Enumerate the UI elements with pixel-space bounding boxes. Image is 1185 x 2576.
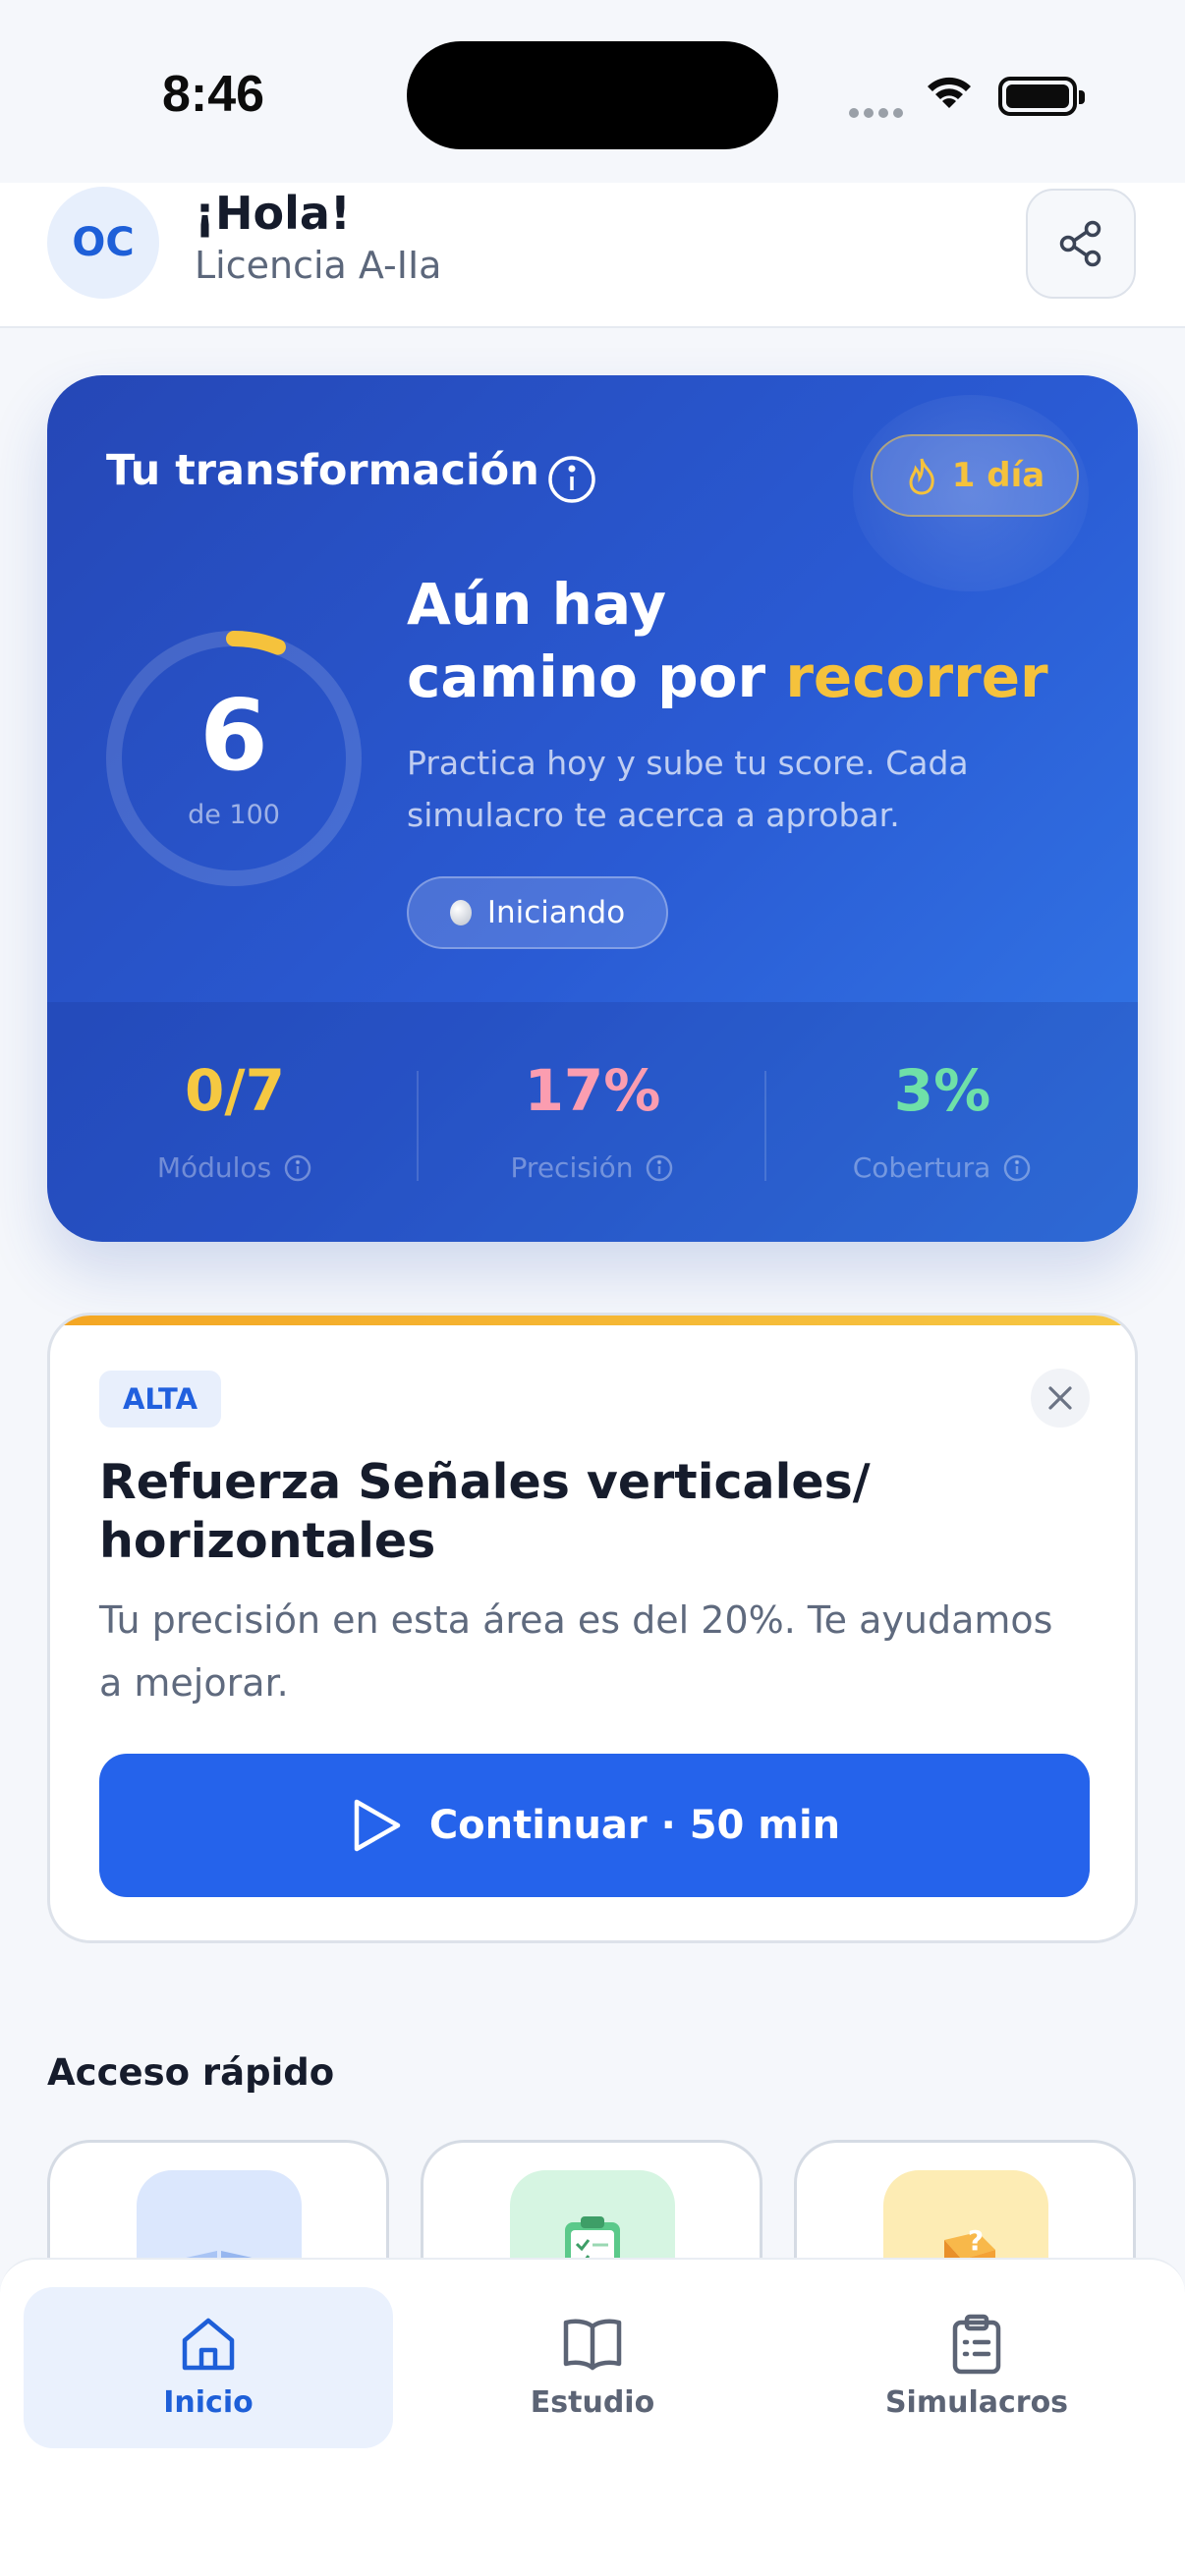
nav-item-simulations[interactable]: Simulacros — [792, 2287, 1161, 2448]
recommendation-card: ALTA Refuerza Señales verticales/ horizo… — [47, 1313, 1138, 1943]
home-icon — [182, 2318, 235, 2371]
stat-modules[interactable]: 0/7 Módulos — [61, 1057, 409, 1184]
score-value: 6 — [199, 678, 268, 793]
status-time: 8:46 — [162, 66, 265, 123]
continue-label: Continuar · 50 min — [428, 1803, 841, 1848]
stat-label: Módulos — [156, 1151, 272, 1184]
transformation-card: Tu transformación 1 día 6 de 100 Aún hay… — [47, 375, 1138, 1242]
transformation-description: Practica hoy y sube tu score. Cada simul… — [407, 744, 969, 834]
level-badge: Iniciando — [407, 876, 668, 949]
info-icon[interactable] — [1002, 1153, 1032, 1183]
wifi-icon — [924, 73, 975, 116]
transformation-headline: Aún hay camino por recorrer — [407, 571, 1048, 710]
svg-text:?: ? — [968, 2224, 984, 2257]
nav-label: Estudio — [530, 2385, 655, 2420]
bottom-navigation: Inicio Estudio Simulacros — [0, 2258, 1185, 2576]
close-icon — [1048, 1386, 1072, 1410]
priority-accent-bar — [50, 1316, 1135, 1325]
battery-icon — [998, 77, 1085, 116]
score-max: de 100 — [188, 800, 280, 830]
level-label: Iniciando — [486, 895, 626, 930]
streak-badge: 1 día — [871, 434, 1079, 517]
quick-access-title: Acceso rápido — [47, 2051, 335, 2094]
nav-label: Simulacros — [884, 2385, 1069, 2420]
priority-badge: ALTA — [99, 1371, 221, 1428]
stat-coverage[interactable]: 3% Cobertura — [768, 1057, 1116, 1184]
nav-item-study[interactable]: Estudio — [408, 2287, 777, 2448]
stats-row: 0/7 Módulos 17% Precisión 3% Cobertura — [47, 1002, 1138, 1242]
stat-value: 17% — [524, 1057, 661, 1124]
dismiss-button[interactable] — [1031, 1369, 1090, 1428]
avatar[interactable]: OC — [47, 187, 159, 299]
stat-precision[interactable]: 17% Precisión — [419, 1057, 766, 1184]
recommendation-title: Refuerza Señales verticales/ horizontale… — [99, 1454, 871, 1569]
stat-label: Cobertura — [852, 1151, 991, 1184]
stat-label: Precisión — [510, 1151, 634, 1184]
info-icon[interactable] — [283, 1153, 312, 1183]
share-button[interactable] — [1026, 189, 1136, 299]
nav-item-home[interactable]: Inicio — [24, 2287, 393, 2448]
continue-button[interactable]: Continuar · 50 min — [99, 1754, 1090, 1897]
greeting-title: ¡Hola! — [195, 187, 351, 240]
stat-value: 3% — [893, 1057, 991, 1124]
license-subtitle: Licencia A-IIa — [195, 244, 442, 287]
dynamic-island — [407, 41, 778, 149]
book-open-icon — [563, 2319, 622, 2371]
clipboard-list-icon — [952, 2314, 1001, 2375]
share-icon — [1059, 220, 1101, 267]
app-header: OC ¡Hola! Licencia A-IIa — [0, 183, 1185, 328]
stat-value: 0/7 — [185, 1057, 285, 1124]
info-icon[interactable] — [645, 1153, 674, 1183]
recommendation-description: Tu precisión en esta área es del 20%. Te… — [99, 1598, 1053, 1705]
streak-label: 1 día — [951, 456, 1045, 495]
status-bar: 8:46 — [0, 0, 1185, 183]
egg-icon — [449, 900, 472, 925]
cellular-signal-icon — [849, 103, 908, 122]
info-icon[interactable] — [546, 454, 597, 509]
flame-icon — [909, 458, 934, 495]
transformation-title: Tu transformación — [106, 446, 539, 495]
play-icon — [354, 1799, 401, 1852]
nav-label: Inicio — [163, 2385, 254, 2420]
